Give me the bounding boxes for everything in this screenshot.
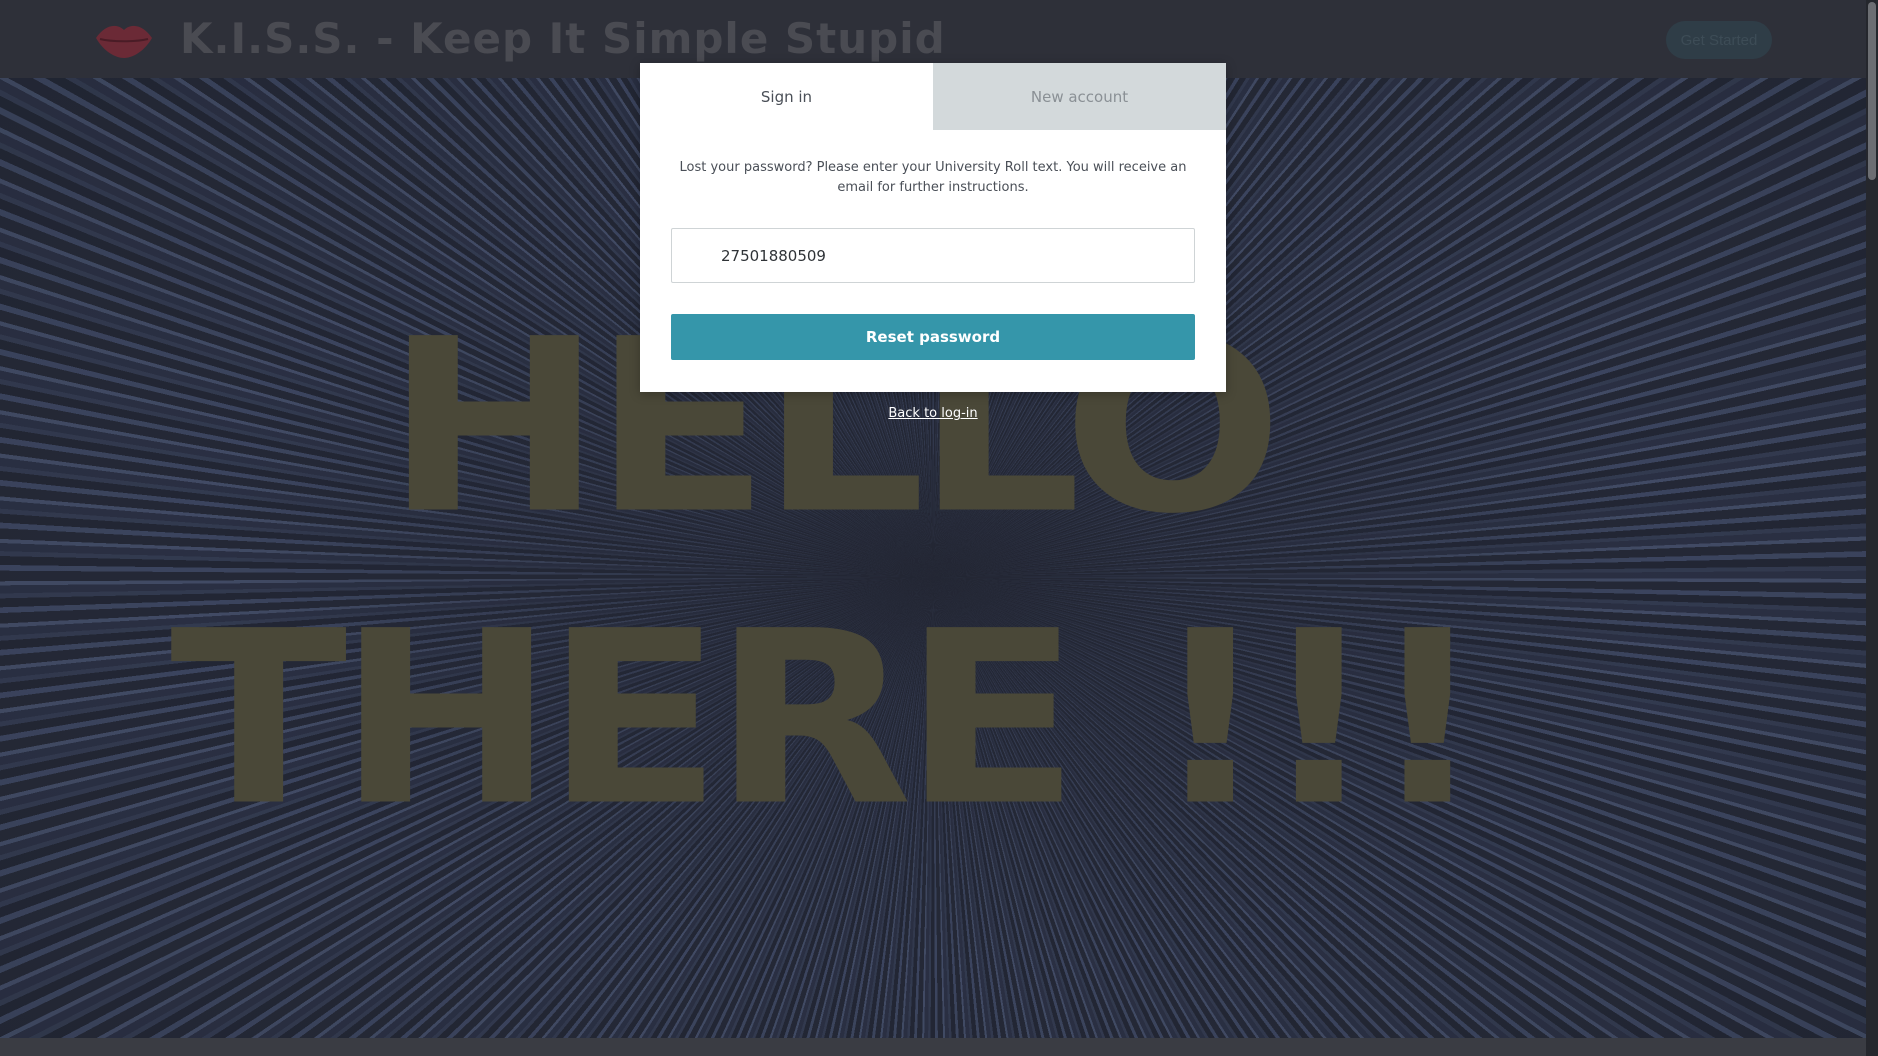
footer-strip (0, 1038, 1866, 1056)
reset-password-button[interactable]: Reset password (671, 314, 1195, 360)
roll-number-input[interactable] (671, 228, 1195, 283)
tab-sign-in[interactable]: Sign in (640, 63, 933, 130)
auth-modal: Sign in New account Lost your password? … (640, 63, 1226, 392)
auth-tabs: Sign in New account (640, 63, 1226, 130)
hero-line-2: THERE !!! (170, 580, 1487, 859)
scrollbar-thumb[interactable] (1868, 2, 1876, 180)
lips-icon[interactable] (94, 18, 154, 62)
back-link-row: Back to log-in (0, 406, 1866, 421)
tab-new-account[interactable]: New account (933, 63, 1226, 130)
modal-body: Lost your password? Please enter your Un… (640, 158, 1226, 360)
page-scrollbar[interactable] (1866, 0, 1878, 1056)
site-title[interactable]: K.I.S.S. - Keep It Simple Stupid (180, 14, 946, 63)
reset-instructions: Lost your password? Please enter your Un… (679, 160, 1187, 195)
get-started-button[interactable]: Get Started (1666, 21, 1772, 59)
back-to-login-link[interactable]: Back to log-in (888, 406, 977, 421)
